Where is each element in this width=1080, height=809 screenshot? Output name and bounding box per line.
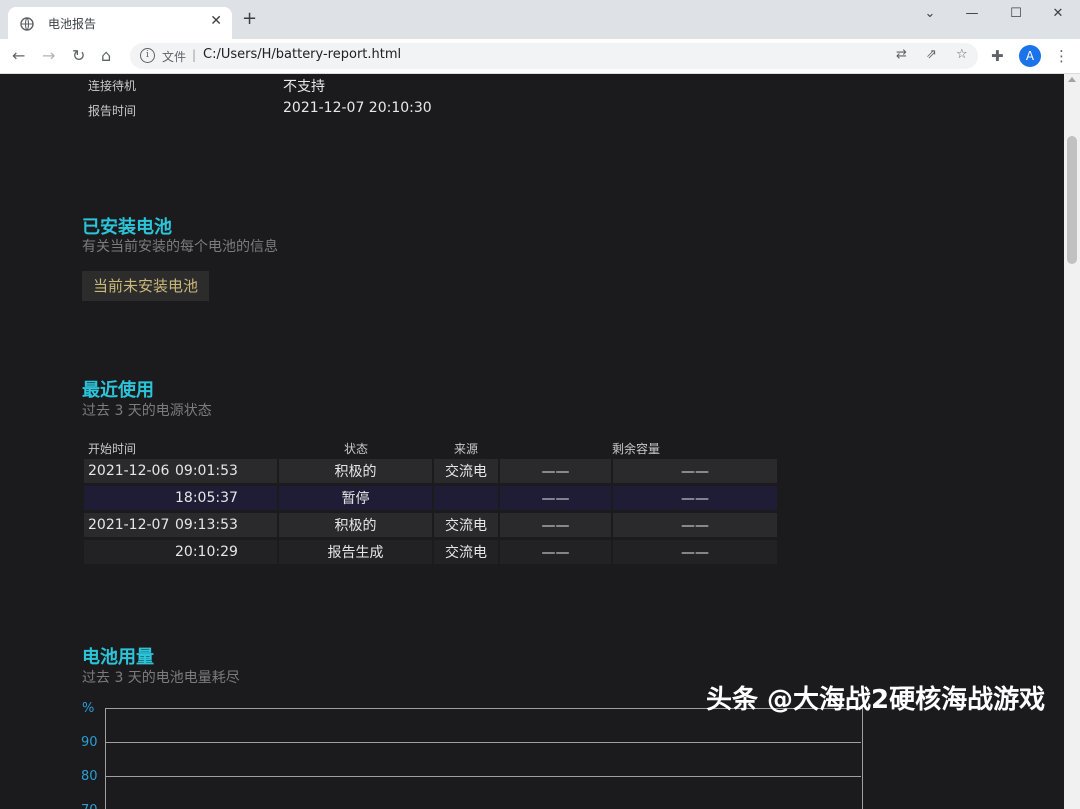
forward-icon[interactable]: → bbox=[42, 47, 55, 65]
cell-date: 2021-12-06 bbox=[88, 463, 170, 479]
gridline bbox=[105, 742, 861, 743]
tab-search-icon[interactable]: ⌄ bbox=[920, 6, 940, 21]
scrollbar[interactable] bbox=[1064, 74, 1080, 809]
installed-subtitle: 有关当前安装的每个电池的信息 bbox=[82, 239, 278, 255]
cell-capacity: —— bbox=[541, 464, 570, 480]
translate-icon[interactable]: ⇄ bbox=[896, 47, 907, 62]
gridline bbox=[105, 776, 861, 777]
separator: | bbox=[192, 48, 197, 62]
home-icon[interactable]: ⌂ bbox=[101, 47, 111, 65]
cell-source bbox=[434, 487, 498, 511]
cell-capacity: —— bbox=[681, 545, 709, 561]
share-icon[interactable]: ⇗ bbox=[926, 47, 937, 62]
cell-source: 交流电 bbox=[445, 464, 487, 480]
menu-icon[interactable]: ⋮ bbox=[1054, 47, 1069, 65]
info-label: 报告时间 bbox=[88, 104, 137, 118]
info-value: 不支持 bbox=[283, 79, 325, 95]
cell-state: 暂停 bbox=[341, 491, 370, 507]
usage-title: 电池用量 bbox=[82, 647, 154, 668]
cell-source: 交流电 bbox=[445, 518, 487, 534]
scroll-thumb[interactable] bbox=[1067, 136, 1077, 264]
header-state: 状态 bbox=[344, 442, 369, 456]
cell-time: 09:13:53 bbox=[175, 517, 238, 533]
globe-icon bbox=[20, 16, 34, 35]
cell-date: 2021-12-07 bbox=[88, 517, 170, 533]
info-icon[interactable]: i bbox=[140, 48, 155, 63]
cell-capacity: —— bbox=[681, 464, 709, 480]
info-label: 连接待机 bbox=[88, 79, 137, 93]
cell-time: 20:10:29 bbox=[175, 544, 238, 560]
url-text[interactable]: C:/Users/H/battery-report.html bbox=[203, 47, 401, 62]
header-capacity: 剩余容量 bbox=[612, 442, 661, 456]
close-tab-icon[interactable]: ✕ bbox=[210, 13, 222, 29]
address-bar[interactable]: i 文件 | C:/Users/H/battery-report.html ⇄ … bbox=[130, 43, 978, 69]
bookmark-star-icon[interactable]: ☆ bbox=[956, 47, 968, 62]
y-tick-label: 70 bbox=[81, 803, 98, 809]
usage-subtitle: 过去 3 天的电池电量耗尽 bbox=[82, 670, 240, 686]
tab-strip: 电池报告 ✕ + ⌄ — ☐ ✕ bbox=[0, 0, 1080, 39]
browser-tab[interactable]: 电池报告 ✕ bbox=[8, 7, 232, 39]
cell-capacity: —— bbox=[681, 518, 709, 534]
cell-time: 18:05:37 bbox=[175, 490, 238, 506]
cell-state: 积极的 bbox=[334, 518, 377, 534]
new-tab-icon[interactable]: + bbox=[242, 10, 257, 28]
cell-capacity: —— bbox=[541, 545, 570, 561]
back-icon[interactable]: ← bbox=[12, 47, 25, 65]
avatar[interactable]: A bbox=[1019, 45, 1041, 67]
cell-capacity: —— bbox=[541, 518, 570, 534]
minimize-icon[interactable]: — bbox=[962, 6, 982, 21]
scheme-label: 文件 bbox=[162, 50, 187, 64]
y-tick-label: 80 bbox=[81, 769, 98, 784]
cell-state: 积极的 bbox=[334, 464, 377, 480]
browser-toolbar: ← → ↻ ⌂ i 文件 | C:/Users/H/battery-report… bbox=[0, 39, 1080, 74]
watermark: 头条 @大海战2硬核海战游戏 bbox=[706, 685, 1046, 715]
y-axis-unit: % bbox=[82, 701, 95, 716]
header-source: 来源 bbox=[454, 442, 479, 456]
scroll-up-icon[interactable] bbox=[1068, 77, 1076, 82]
info-value: 2021-12-07 20:10:30 bbox=[283, 100, 432, 116]
no-battery-notice: 当前未安装电池 bbox=[82, 271, 209, 301]
cell-capacity: —— bbox=[541, 491, 570, 507]
usage-chart bbox=[105, 708, 863, 809]
maximize-icon[interactable]: ☐ bbox=[1006, 6, 1026, 21]
cell-time: 09:01:53 bbox=[175, 463, 238, 479]
recent-subtitle: 过去 3 天的电源状态 bbox=[82, 403, 212, 419]
window-close-icon[interactable]: ✕ bbox=[1048, 6, 1068, 21]
cell-source: 交流电 bbox=[445, 545, 487, 561]
cell-capacity: —— bbox=[681, 491, 709, 507]
recent-title: 最近使用 bbox=[82, 380, 154, 401]
tab-title: 电池报告 bbox=[48, 17, 97, 31]
y-tick-label: 90 bbox=[81, 735, 98, 750]
extensions-icon[interactable]: ✚ bbox=[991, 47, 1004, 65]
cell-state: 报告生成 bbox=[327, 545, 384, 561]
header-start-time: 开始时间 bbox=[88, 442, 137, 456]
reload-icon[interactable]: ↻ bbox=[72, 47, 85, 65]
